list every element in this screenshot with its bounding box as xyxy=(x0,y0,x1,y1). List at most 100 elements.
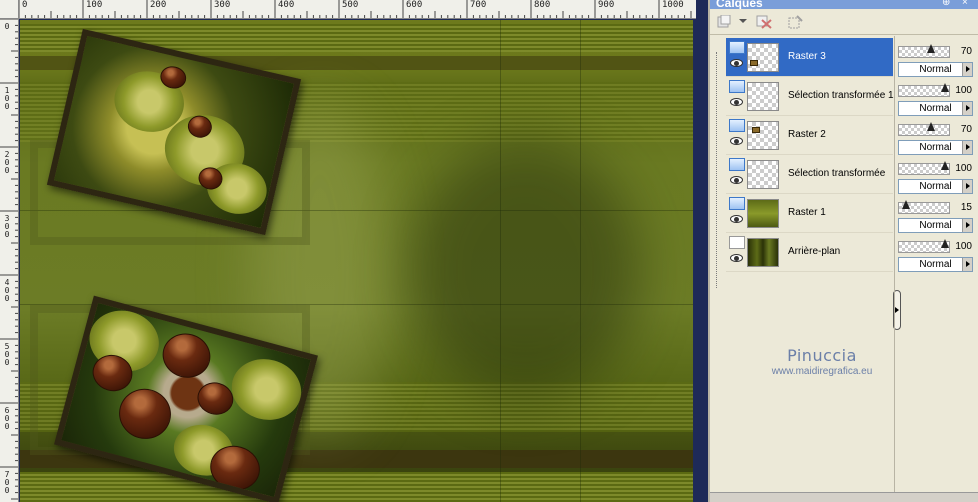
opacity-caret[interactable] xyxy=(941,161,949,170)
layer-row-background[interactable]: Arrière-plan xyxy=(726,233,893,272)
husk xyxy=(224,351,309,428)
layer-thumbnail xyxy=(747,238,779,267)
dropdown-arrow-icon[interactable] xyxy=(962,102,972,115)
eye-icon[interactable] xyxy=(730,137,743,145)
opacity-value: 100 xyxy=(955,163,972,174)
ruler-label-400: 400 xyxy=(278,0,295,10)
bottom-stripe-band xyxy=(20,472,693,502)
palette-scrollbar[interactable] xyxy=(710,492,978,502)
link-icon xyxy=(974,241,978,265)
ruler-label-500: 500 xyxy=(342,0,359,10)
dropdown-arrow-icon[interactable] xyxy=(962,63,972,76)
dropdown-arrow-icon[interactable] xyxy=(962,258,972,271)
eye-icon[interactable] xyxy=(730,98,743,106)
layer-row-selection-transformed-1[interactable]: Sélection transformée 1 xyxy=(726,77,894,116)
layer-props-background: 100 Normal xyxy=(898,237,974,272)
ruler-label-800: 800 xyxy=(534,0,551,10)
watermark-name: Pinuccia xyxy=(787,346,857,365)
opacity-caret[interactable] xyxy=(941,83,949,92)
dropdown-arrow-icon[interactable] xyxy=(962,219,972,232)
layer-name: Raster 1 xyxy=(788,207,826,218)
ruler-vlabel-300: 3 0 0 xyxy=(4,214,10,239)
layer-type-icon xyxy=(729,158,745,171)
new-layer-dropdown-arrow[interactable] xyxy=(739,19,747,23)
ruler-vlabel-700: 7 0 0 xyxy=(4,470,10,495)
ruler-label-700: 700 xyxy=(470,0,487,10)
chestnut xyxy=(193,378,237,419)
tree-line xyxy=(716,52,717,288)
layer-props-selection-transformed-1: 100 Normal xyxy=(898,81,974,116)
ruler-vlabel-500: 5 0 0 xyxy=(4,342,10,367)
grid-line xyxy=(580,20,581,502)
delete-layer-button[interactable] xyxy=(754,13,774,31)
image-canvas[interactable] xyxy=(20,20,693,502)
link-icon xyxy=(974,163,978,187)
blend-mode-select[interactable]: Normal xyxy=(898,179,973,194)
link-icon xyxy=(974,202,978,226)
layer-row-raster-2[interactable]: Raster 2 xyxy=(726,116,893,155)
blend-mode-select[interactable]: Normal xyxy=(898,62,973,77)
ruler-label-200: 200 xyxy=(150,0,167,10)
canvas-window: 0 100 200 300 400 500 600 700 800 900 10… xyxy=(0,0,708,502)
ruler-corner xyxy=(0,0,19,19)
opacity-slider[interactable] xyxy=(898,44,950,58)
mask-icon xyxy=(788,15,803,29)
ruler-label-600: 600 xyxy=(406,0,423,10)
opacity-value: 15 xyxy=(960,202,972,213)
blend-mode-select[interactable]: Normal xyxy=(898,140,973,155)
layer-name: Raster 2 xyxy=(788,129,826,140)
layer-name: Raster 3 xyxy=(788,51,826,62)
eye-icon[interactable] xyxy=(730,176,743,184)
close-icon[interactable]: × xyxy=(962,0,968,8)
chestnut xyxy=(157,328,216,384)
blend-mode-select[interactable]: Normal xyxy=(898,218,973,233)
opacity-caret[interactable] xyxy=(927,44,936,53)
layer-thumbnail xyxy=(747,43,779,72)
palette-titlebar[interactable]: Calques ⊕ × xyxy=(710,0,978,10)
ruler-label-1000: 1000 xyxy=(662,0,684,10)
new-layer-icon xyxy=(717,15,731,28)
eye-icon[interactable] xyxy=(730,59,743,67)
layer-props-raster-3: 70 Normal xyxy=(898,42,974,77)
ruler-label-0: 0 xyxy=(22,0,28,10)
ruler-horizontal: 0 100 200 300 400 500 600 700 800 900 10… xyxy=(19,0,696,19)
new-layer-button[interactable] xyxy=(714,13,734,31)
ruler-label-100: 100 xyxy=(86,0,103,10)
opacity-caret[interactable] xyxy=(927,122,936,131)
layer-name: Arrière-plan xyxy=(788,246,841,257)
mask-button[interactable] xyxy=(786,13,806,31)
link-icon xyxy=(974,46,978,70)
layer-row-raster-3[interactable]: Raster 3 xyxy=(726,38,893,77)
opacity-slider[interactable] xyxy=(898,200,950,214)
layer-row-raster-1[interactable]: Raster 1 xyxy=(726,194,893,233)
opacity-caret[interactable] xyxy=(941,239,949,248)
dropdown-arrow-icon[interactable] xyxy=(962,180,972,193)
pin-icon[interactable]: ⊕ xyxy=(942,0,950,8)
blend-mode-select[interactable]: Normal xyxy=(898,257,973,272)
opacity-caret[interactable] xyxy=(901,200,910,209)
delete-layer-icon xyxy=(756,15,772,29)
ruler-vlabel-200: 2 0 0 xyxy=(4,150,10,175)
ruler-vlabel-0: 0 xyxy=(4,22,10,31)
ruler-vertical: 0 1 0 0 2 0 0 3 0 0 4 0 0 5 0 0 6 0 0 7 … xyxy=(0,19,19,502)
opacity-value: 100 xyxy=(955,85,972,96)
blend-mode-value: Normal xyxy=(919,103,952,114)
eye-icon[interactable] xyxy=(730,215,743,223)
watermark: Pinuccia www.maidiregrafica.eu xyxy=(752,346,892,377)
blend-mode-value: Normal xyxy=(919,142,952,153)
layer-properties-column: 70 Normal 100 Normal 70 Normal 100 Norma… xyxy=(894,36,978,502)
layer-row-selection-transformed[interactable]: Sélection transformée xyxy=(726,155,893,194)
dropdown-arrow-icon[interactable] xyxy=(962,141,972,154)
layer-type-icon xyxy=(729,236,745,249)
opacity-slider[interactable] xyxy=(898,83,950,97)
opacity-slider[interactable] xyxy=(898,122,950,136)
blend-mode-select[interactable]: Normal xyxy=(898,101,973,116)
opacity-slider[interactable] xyxy=(898,161,950,175)
layer-thumbnail xyxy=(747,82,779,111)
ruler-label-300: 300 xyxy=(214,0,231,10)
eye-icon[interactable] xyxy=(730,254,743,262)
opacity-slider[interactable] xyxy=(898,239,950,253)
dark-shadow xyxy=(410,140,640,400)
grid-line xyxy=(500,20,501,502)
thumbnail-chestnut xyxy=(750,60,758,66)
